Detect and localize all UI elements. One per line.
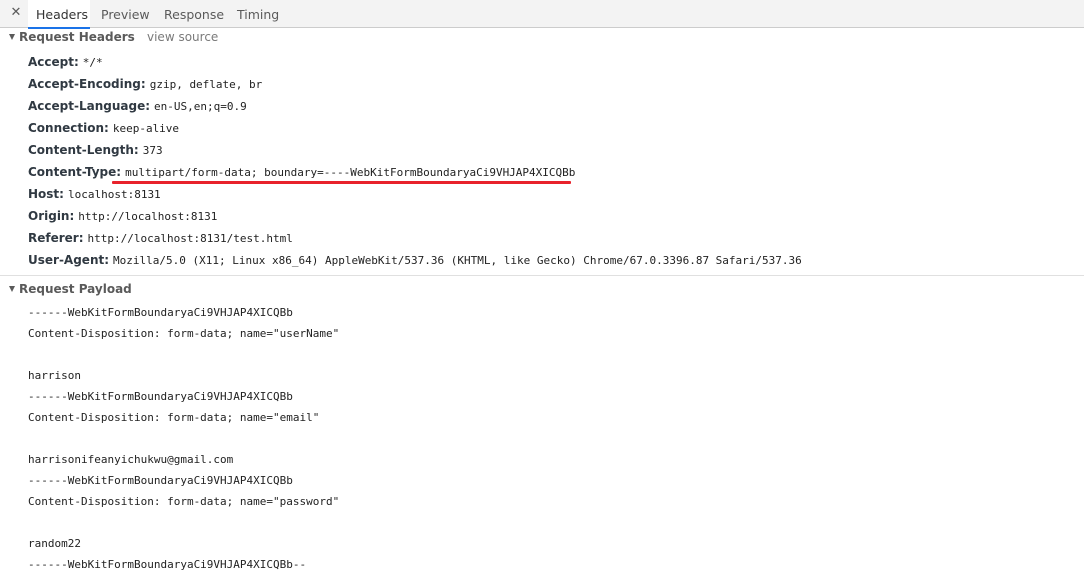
devtools-tab-bar: ✕ Headers Preview Response Timing [0,0,1084,29]
payload-line: ------WebKitFormBoundaryaCi9VHJAP4XICQBb [28,390,293,403]
request-payload-title: Request Payload [19,282,132,296]
header-name: Content-Length: [28,143,139,157]
payload-line: ------WebKitFormBoundaryaCi9VHJAP4XICQBb [28,306,293,319]
header-row-accept-language: Accept-Language: en-US,en;q=0.9 [28,96,247,114]
header-name: Accept: [28,55,79,69]
header-name: Accept-Language: [28,99,151,113]
header-name: Content-Type: [28,165,122,179]
header-value: http://localhost:8131/test.html [87,232,293,245]
header-value: 373 [142,144,163,157]
tab-headers[interactable]: Headers [28,0,90,29]
header-name: Host: [28,187,64,201]
triangle-down-icon [9,34,15,40]
tab-response[interactable]: Response [164,0,224,28]
header-value: keep-alive [112,122,180,135]
header-value: */* [82,56,103,69]
view-source-link[interactable]: view source [147,28,218,46]
highlight-underline [112,181,571,184]
header-row-origin: Origin: http://localhost:8131 [28,206,217,224]
payload-line: Content-Disposition: form-data; name="em… [28,411,320,424]
header-name: Connection: [28,121,109,135]
header-value: Mozilla/5.0 (X11; Linux x86_64) AppleWeb… [113,254,802,267]
header-row-accept: Accept: */* [28,52,103,70]
header-value: localhost:8131 [67,188,161,201]
payload-line: random22 [28,537,81,550]
header-row-content-length: Content-Length: 373 [28,140,163,158]
header-value: gzip, deflate, br [149,78,263,91]
payload-line: Content-Disposition: form-data; name="us… [28,327,340,340]
header-value: http://localhost:8131 [78,210,218,223]
header-name: Accept-Encoding: [28,77,146,91]
header-row-connection: Connection: keep-alive [28,118,179,136]
payload-line: ------WebKitFormBoundaryaCi9VHJAP4XICQBb… [28,558,307,571]
close-icon[interactable]: ✕ [9,5,23,21]
header-row-referer: Referer: http://localhost:8131/test.html [28,228,293,246]
payload-line: harrisonifeanyichukwu@gmail.com [28,453,234,466]
section-divider [0,275,1084,276]
payload-line: ------WebKitFormBoundaryaCi9VHJAP4XICQBb [28,474,293,487]
header-row-content-type: Content-Type: multipart/form-data; bounda… [28,162,575,180]
payload-line: harrison [28,369,81,382]
header-row-accept-encoding: Accept-Encoding: gzip, deflate, br [28,74,262,92]
request-headers-section-header[interactable]: Request Headers view source [0,28,300,46]
tab-timing[interactable]: Timing [237,0,279,28]
request-headers-title: Request Headers [19,30,135,44]
triangle-down-icon [9,286,15,292]
header-row-host: Host: localhost:8131 [28,184,161,202]
payload-line: Content-Disposition: form-data; name="pa… [28,495,340,508]
header-name: Origin: [28,209,75,223]
request-payload-section-header[interactable]: Request Payload [0,280,200,298]
header-value: multipart/form-data; boundary=----WebKit… [125,166,576,179]
header-name: User-Agent: [28,253,110,267]
header-name: Referer: [28,231,84,245]
header-value: en-US,en;q=0.9 [154,100,247,113]
header-row-user-agent: User-Agent: Mozilla/5.0 (X11; Linux x86_6… [28,250,802,268]
tab-preview[interactable]: Preview [101,0,150,28]
